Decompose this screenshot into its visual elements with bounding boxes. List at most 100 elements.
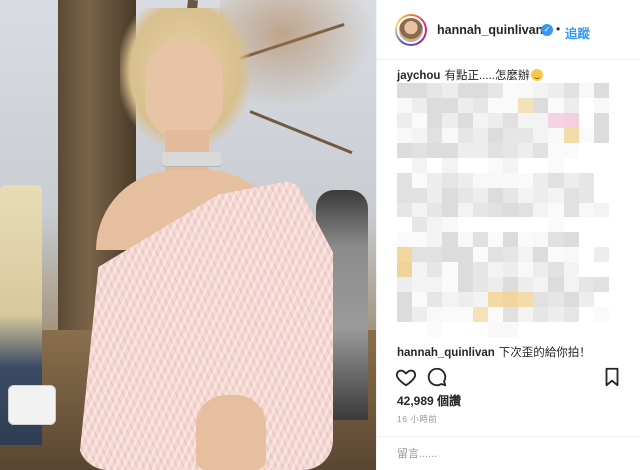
pixel-block — [593, 232, 609, 248]
pixel-block — [503, 83, 519, 98]
pixel-block — [518, 247, 534, 263]
pixel-block — [578, 247, 594, 263]
pixel-block — [593, 172, 609, 188]
pixel-block — [548, 247, 564, 263]
tree-branch — [249, 110, 353, 155]
pixel-block — [548, 307, 564, 323]
heart-icon[interactable] — [395, 366, 417, 388]
pixel-block — [563, 172, 579, 188]
pixel-block — [563, 202, 579, 218]
pixel-block — [457, 157, 473, 173]
avatar[interactable] — [395, 14, 427, 46]
pixel-block — [412, 187, 428, 203]
pixel-block — [397, 247, 413, 263]
add-comment-input[interactable] — [397, 445, 617, 463]
comment-bubble-icon[interactable] — [426, 366, 448, 388]
pixel-block — [518, 307, 534, 323]
pixel-block — [533, 247, 549, 263]
bookmark-icon[interactable] — [601, 366, 623, 388]
pixel-block — [472, 187, 488, 203]
pixel-block — [442, 112, 458, 128]
pixel-block — [548, 232, 564, 248]
comment-item: jaychou 有點正.....怎麼辦 — [397, 67, 544, 83]
pixel-block — [563, 277, 579, 293]
pixel-block — [472, 322, 488, 337]
comment-username[interactable]: hannah_quinlivan — [397, 347, 495, 359]
pixel-block — [578, 322, 594, 337]
pixel-block — [578, 97, 594, 113]
pixel-block — [487, 292, 503, 308]
pixel-block — [427, 187, 443, 203]
pixel-block — [442, 127, 458, 143]
comment-username[interactable]: jaychou — [397, 70, 440, 82]
pixel-block — [442, 292, 458, 308]
pixel-block — [593, 307, 609, 323]
pixel-block — [472, 127, 488, 143]
pixel-block — [503, 277, 519, 293]
pixel-block — [472, 97, 488, 113]
pixel-block — [578, 307, 594, 323]
pixel-block — [487, 232, 503, 248]
pixel-block — [397, 157, 413, 173]
pixel-block — [548, 83, 564, 98]
pixel-block — [457, 292, 473, 308]
post-username[interactable]: hannah_quinlivan — [437, 23, 543, 37]
pixel-block — [427, 142, 443, 158]
pixel-block — [472, 262, 488, 278]
pixel-block — [412, 307, 428, 323]
header-separator: • — [556, 22, 561, 36]
pixel-block — [593, 202, 609, 218]
pixel-block — [457, 112, 473, 128]
likes-count[interactable]: 42,989 個讚 — [397, 392, 461, 409]
pixel-block — [503, 172, 519, 188]
pixel-block — [593, 97, 609, 113]
pixel-block — [503, 127, 519, 143]
pixel-block — [578, 277, 594, 293]
pixel-block — [548, 277, 564, 293]
pixel-block — [593, 247, 609, 263]
pixel-block — [457, 247, 473, 263]
pixel-block — [487, 172, 503, 188]
pixel-block — [533, 112, 549, 128]
pixel-block — [593, 142, 609, 158]
pixel-block — [412, 232, 428, 248]
pixel-block — [412, 322, 428, 337]
pixel-block — [397, 127, 413, 143]
pixel-block — [533, 127, 549, 143]
pixel-block — [487, 307, 503, 323]
pixel-block — [533, 97, 549, 113]
pixel-block — [457, 142, 473, 158]
pixel-block — [578, 127, 594, 143]
pixel-block — [472, 202, 488, 218]
pixel-block — [578, 232, 594, 248]
pixel-block — [518, 292, 534, 308]
pixel-block — [503, 262, 519, 278]
pixel-block — [533, 292, 549, 308]
pixel-block — [487, 277, 503, 293]
pixel-block — [457, 217, 473, 233]
pixel-block — [397, 187, 413, 203]
pixel-block — [548, 172, 564, 188]
post-photo[interactable] — [0, 0, 376, 470]
pixel-block — [397, 142, 413, 158]
pixel-block — [487, 247, 503, 263]
pixel-block — [457, 127, 473, 143]
pixel-block — [518, 127, 534, 143]
pixel-block — [533, 322, 549, 337]
post-timestamp[interactable]: 16 小時前 — [397, 413, 437, 425]
comment-text: 有點正.....怎麼辦 — [444, 70, 530, 82]
pixel-block — [533, 307, 549, 323]
pixel-block — [457, 202, 473, 218]
pixel-block — [518, 217, 534, 233]
follow-button[interactable]: 追蹤 — [565, 23, 590, 42]
pixel-block — [578, 187, 594, 203]
pixel-block — [412, 83, 428, 98]
pixel-block — [412, 262, 428, 278]
pixel-block — [503, 97, 519, 113]
pixel-block — [412, 292, 428, 308]
pixel-block — [427, 127, 443, 143]
pixel-block — [412, 277, 428, 293]
pixel-block — [412, 112, 428, 128]
pixel-block — [397, 112, 413, 128]
white-handbag — [8, 385, 56, 425]
